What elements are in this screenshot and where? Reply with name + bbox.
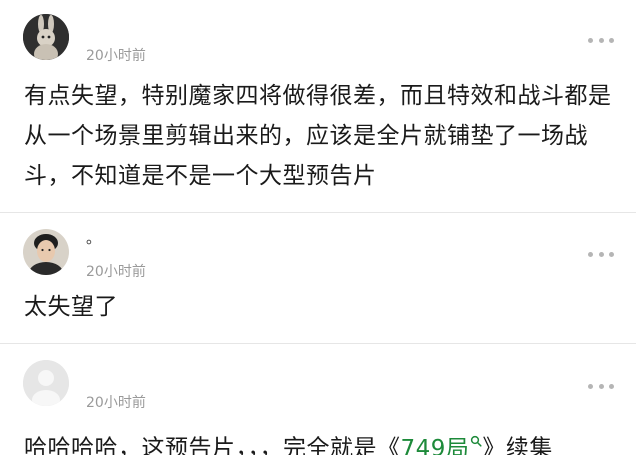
comment-text-after: 》续集 bbox=[482, 435, 553, 455]
comment-text-before: 哈哈哈哈，这预告片，，，完全就是《 bbox=[24, 435, 401, 455]
rabbit-avatar-icon[interactable] bbox=[23, 14, 69, 60]
comment-text: 哈哈哈哈，这预告片，，，完全就是《749局 》续集 bbox=[24, 420, 624, 455]
comment-text: 太失望了 bbox=[24, 294, 118, 320]
comment-time: 20小时前 bbox=[86, 264, 146, 280]
comment-time: 20小时前 bbox=[86, 48, 146, 64]
comment-item: 20小时前 有点失望，特别魔家四将做得很差，而且特效和战斗都是从一个场景里剪辑出… bbox=[0, 0, 636, 212]
search-link[interactable]: 749局 bbox=[401, 436, 483, 455]
username[interactable]: 。 bbox=[86, 227, 101, 248]
more-options-icon[interactable] bbox=[588, 37, 614, 43]
comment-feed: 20小时前 有点失望，特别魔家四将做得很差，而且特效和战斗都是从一个场景里剪辑出… bbox=[0, 0, 636, 455]
person-avatar-icon[interactable] bbox=[23, 229, 69, 275]
comment-item: 20小时前 哈哈哈哈，这预告片，，，完全就是《749局 》续集 bbox=[0, 344, 636, 455]
comment-text: 有点失望，特别魔家四将做得很差，而且特效和战斗都是从一个场景里剪辑出来的，应该是… bbox=[24, 83, 612, 189]
default-avatar-icon[interactable] bbox=[23, 360, 69, 406]
more-options-icon[interactable] bbox=[588, 383, 614, 389]
search-link-text[interactable]: 749局 bbox=[401, 436, 470, 455]
search-icon[interactable] bbox=[470, 420, 482, 455]
more-options-icon[interactable] bbox=[588, 251, 614, 257]
comment-time: 20小时前 bbox=[86, 395, 146, 411]
comment-item: 。 20小时前 太失望了 bbox=[0, 213, 636, 343]
